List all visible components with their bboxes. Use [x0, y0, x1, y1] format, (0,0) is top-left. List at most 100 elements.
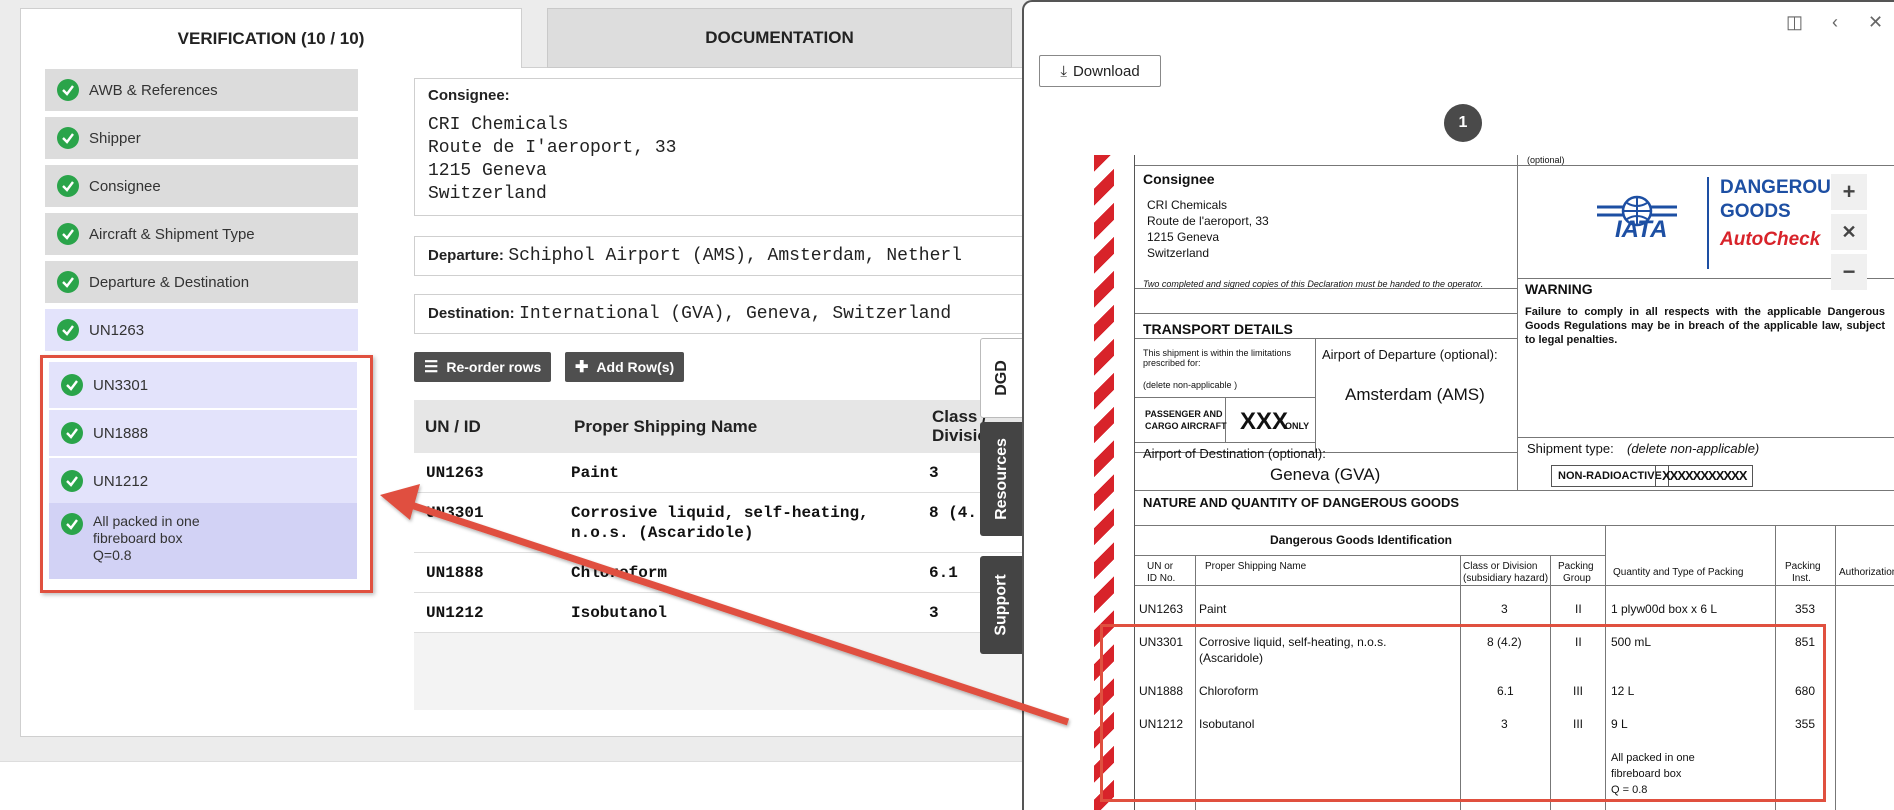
- sidebar-item-label: Aircraft & Shipment Type: [89, 225, 255, 243]
- copies-note: Two completed and signed copies of this …: [1143, 279, 1484, 289]
- chevron-left-icon[interactable]: ‹: [1832, 12, 1838, 33]
- check-icon: [57, 271, 79, 293]
- destination-box: Destination: International (GVA), Geneva…: [414, 294, 1030, 334]
- consignee-line: CRI Chemicals: [428, 115, 569, 135]
- warning-text: Failure to comply in all respects with t…: [1525, 306, 1885, 346]
- cell-psn: Chloroform: [571, 564, 668, 582]
- passenger-cargo-label: PASSENGER AND: [1145, 409, 1223, 419]
- document-highlight-box: [1100, 624, 1826, 802]
- cargo-only-label: ONLY: [1285, 421, 1310, 431]
- col-header-pg: Packing: [1558, 561, 1594, 572]
- doc-cell-un: UN1263: [1139, 602, 1184, 616]
- table-row[interactable]: UN1263 Paint 3: [414, 453, 1030, 493]
- sidebar-item-shipper[interactable]: Shipper: [45, 117, 358, 159]
- zoom-in-icon[interactable]: +: [1831, 174, 1867, 210]
- radioactive-strikeout: XXXXXXXXXXX: [1655, 465, 1754, 487]
- iata-logo: IATA: [1615, 216, 1668, 243]
- nature-quantity-label: NATURE AND QUANTITY OF DANGEROUS GOODS: [1143, 495, 1460, 510]
- col-header-un: UN or: [1147, 561, 1174, 572]
- zoom-out-icon[interactable]: −: [1831, 254, 1867, 290]
- cell-psn: Corrosive liquid, self-heating,: [571, 504, 869, 522]
- cargo-only-strikeout: XXX: [1240, 408, 1289, 435]
- cell-psn: Isobutanol: [571, 604, 668, 622]
- doc-cell-pg: II: [1575, 602, 1582, 616]
- sidebar-item-departure-destination[interactable]: Departure & Destination: [45, 261, 358, 303]
- sidebar-item-label: Consignee: [89, 177, 161, 195]
- cell-class: 3: [929, 604, 939, 622]
- reorder-rows-button[interactable]: ☰ Re-order rows: [414, 352, 552, 382]
- col-header-pi: Inst.: [1792, 573, 1811, 584]
- cell-psn: n.o.s. (Ascaridole): [571, 524, 754, 542]
- download-label: Download: [1072, 62, 1140, 80]
- autocheck-logo: AutoCheck: [1720, 229, 1821, 250]
- cell-psn: Paint: [571, 464, 620, 482]
- sidebar-item-consignee[interactable]: Consignee: [45, 165, 358, 207]
- warning-label: WARNING: [1525, 281, 1593, 297]
- shipment-type-note: (delete non-applicable): [1627, 441, 1760, 456]
- doc-departure-value: Amsterdam (AMS): [1345, 385, 1485, 404]
- sidebar-item-label: AWB & References: [89, 81, 218, 99]
- col-header-class: Class or Division: [1463, 561, 1538, 572]
- passenger-cargo-label: CARGO AIRCRAFT: [1145, 421, 1227, 431]
- page-number-badge: 1: [1444, 104, 1482, 142]
- doc-cell-qty: 1 plyw00d box x 6 L: [1611, 602, 1718, 616]
- dg-logo-line: GOODS: [1720, 201, 1791, 222]
- departure-box: Departure: Schiphol Airport (AMS), Amste…: [414, 236, 1030, 276]
- column-header-un: UN / ID: [425, 417, 481, 436]
- table-row[interactable]: UN1212 Isobutanol 3: [414, 593, 1030, 633]
- non-radioactive-box: NON-RADIOACTIVE: [1551, 465, 1669, 487]
- tab-verification[interactable]: VERIFICATION (10 / 10): [20, 8, 522, 68]
- split-view-icon[interactable]: ◫: [1786, 12, 1803, 33]
- col-header-qty: Quantity and Type of Packing: [1613, 567, 1744, 578]
- doc-cell-class: 3: [1501, 602, 1508, 616]
- reset-zoom-icon[interactable]: ✕: [1831, 214, 1867, 250]
- plus-icon: ✚: [575, 359, 589, 376]
- add-rows-button[interactable]: ✚ Add Row(s): [565, 352, 685, 382]
- column-header-class: Class /: [932, 407, 987, 426]
- doc-cell-psn: Paint: [1199, 602, 1227, 616]
- add-rows-label: Add Row(s): [596, 359, 675, 375]
- cell-class: 8 (4.: [929, 504, 978, 522]
- cell-un: UN1263: [426, 464, 484, 482]
- table-row[interactable]: UN3301 Corrosive liquid, self-heating, n…: [414, 493, 1030, 553]
- col-header-auth: Authorization: [1839, 567, 1894, 578]
- consignee-label: Consignee:: [428, 87, 510, 104]
- limitations-note: prescribed for:: [1143, 358, 1201, 368]
- consignee-line: Route de I'aeroport, 33: [428, 138, 677, 158]
- download-button[interactable]: ⤓ Download: [1039, 55, 1161, 87]
- table-row[interactable]: UN1888 Chloroform 6.1: [414, 553, 1030, 593]
- sidebar-item-un1263[interactable]: UN1263: [45, 309, 358, 351]
- side-tab-dgd[interactable]: DGD: [980, 338, 1024, 418]
- doc-destination-label: Airport of Destination (optional):: [1143, 446, 1326, 461]
- cell-un: UN3301: [426, 504, 484, 522]
- cell-class: 6.1: [929, 564, 958, 582]
- check-icon: [57, 79, 79, 101]
- transport-details-label: TRANSPORT DETAILS: [1143, 321, 1293, 337]
- dg-identification-label: Dangerous Goods Identification: [1270, 533, 1453, 547]
- col-header-pi: Packing: [1785, 561, 1821, 572]
- side-tab-label: Support: [993, 574, 1011, 636]
- col-header-pg: Group: [1563, 573, 1591, 584]
- column-header-psn: Proper Shipping Name: [574, 417, 758, 436]
- side-tab-support[interactable]: Support: [980, 556, 1024, 654]
- side-tab-resources[interactable]: Resources: [980, 422, 1024, 536]
- cell-un: UN1888: [426, 564, 484, 582]
- table-header: UN / ID Proper Shipping Name Class / Div…: [414, 400, 1030, 453]
- doc-consignee-label: Consignee: [1143, 171, 1215, 187]
- col-header-psn: Proper Shipping Name: [1205, 561, 1307, 572]
- cell-un: UN1212: [426, 604, 484, 622]
- consignee-line: 1215 Geneva: [428, 161, 547, 181]
- consignee-line: Switzerland: [428, 184, 547, 204]
- dg-logo-line: DANGEROUS: [1720, 177, 1844, 198]
- doc-destination-value: Geneva (GVA): [1270, 465, 1381, 484]
- cell-class: 3: [929, 464, 939, 482]
- delete-note: (delete non-applicable ): [1143, 380, 1238, 390]
- doc-consignee-line: CRI Chemicals: [1147, 198, 1228, 212]
- close-icon[interactable]: ✕: [1868, 12, 1883, 33]
- shipment-type-label: Shipment type:: [1527, 441, 1614, 456]
- sidebar-item-label: UN1263: [89, 321, 145, 339]
- sidebar-item-awb[interactable]: AWB & References: [45, 69, 358, 111]
- tab-documentation[interactable]: DOCUMENTATION: [547, 8, 1012, 68]
- sidebar-item-label: Shipper: [89, 129, 141, 147]
- sidebar-item-aircraft[interactable]: Aircraft & Shipment Type: [45, 213, 358, 255]
